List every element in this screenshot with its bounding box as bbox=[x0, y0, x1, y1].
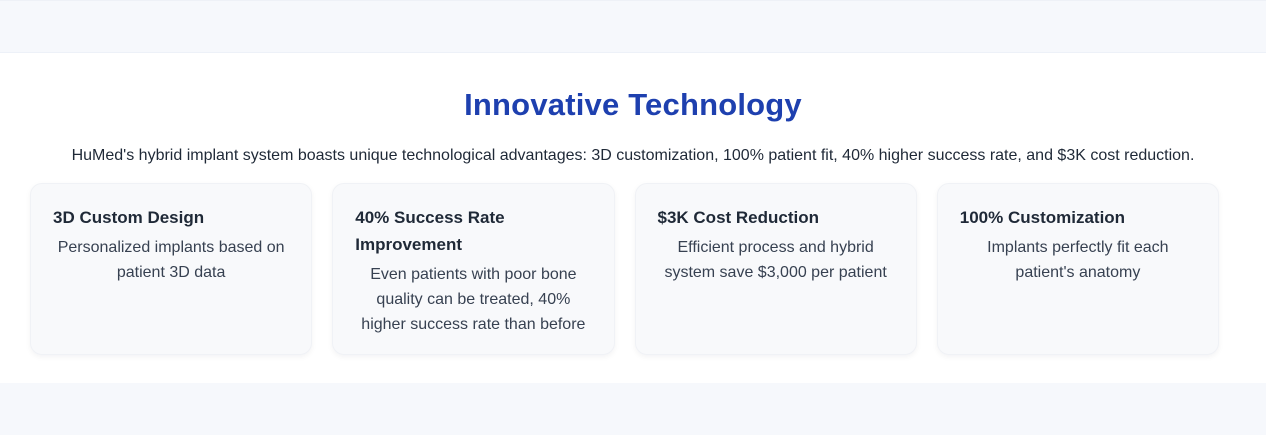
section-subtitle: HuMed's hybrid implant system boasts uni… bbox=[71, 147, 1195, 164]
feature-card-title: 100% Customization bbox=[959, 208, 1126, 227]
feature-card-title: 3D Custom Design bbox=[53, 208, 205, 227]
feature-card-description: Implants perfectly fit each patient's an… bbox=[987, 239, 1169, 281]
section-title: Innovative Technology bbox=[464, 87, 802, 122]
feature-cards: 3D Custom Design Personalized implants b… bbox=[30, 183, 1219, 355]
feature-card-description: Personalized implants based on patient 3… bbox=[57, 239, 285, 281]
bottom-band bbox=[0, 383, 1266, 435]
top-band bbox=[0, 0, 1266, 52]
feature-card-description: Efficient process and hybrid system save… bbox=[664, 239, 887, 281]
feature-card-cost-reduction: $3K Cost Reduction Efficient process and… bbox=[634, 183, 917, 355]
feature-card-customization: 100% Customization Implants perfectly fi… bbox=[936, 183, 1219, 355]
feature-card-title: 40% Success Rate Improvement bbox=[355, 208, 505, 254]
feature-card-title: $3K Cost Reduction bbox=[657, 208, 820, 227]
innovative-technology-section: Innovative Technology HuMed's hybrid imp… bbox=[0, 52, 1266, 383]
feature-card-success-rate: 40% Success Rate Improvement Even patien… bbox=[332, 183, 615, 355]
feature-card-description: Even patients with poor bone quality can… bbox=[361, 266, 586, 333]
feature-card-3d-custom-design: 3D Custom Design Personalized implants b… bbox=[30, 183, 313, 355]
